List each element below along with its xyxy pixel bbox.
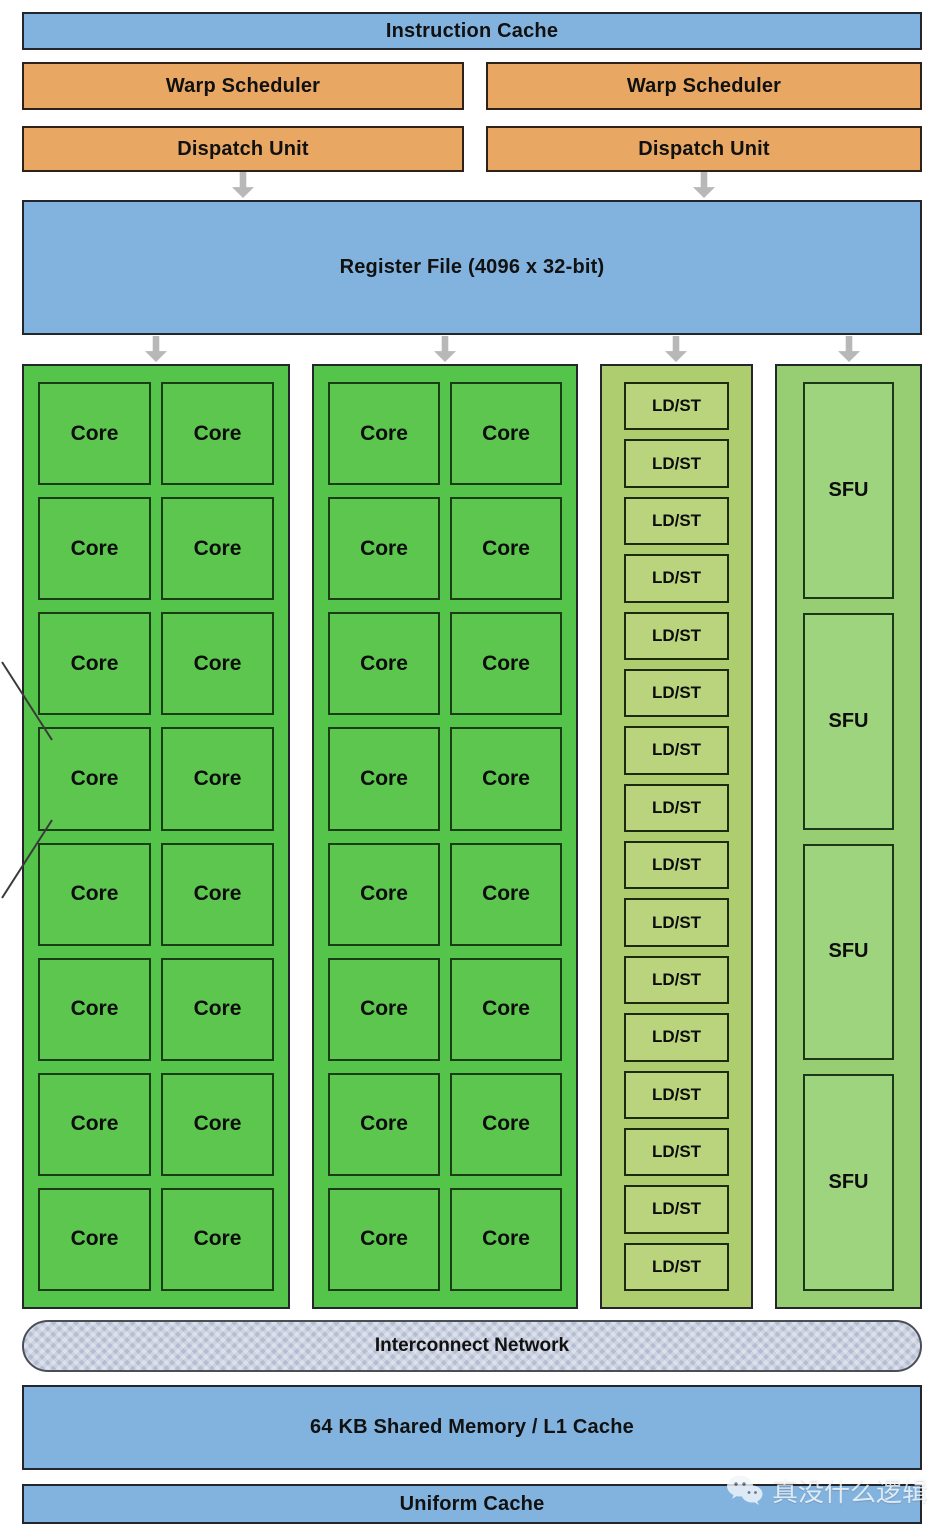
ldst-unit: LD/ST: [624, 382, 729, 431]
sfu-unit: SFU: [803, 1074, 894, 1291]
core-unit: Core: [38, 957, 151, 1061]
core-unit: Core: [328, 612, 440, 716]
core-grid-left: Core Core Core Core Core Core Core Core Core Core…: [38, 382, 274, 1291]
core-unit: Core: [161, 1072, 274, 1176]
dispatch-unit-label-1: Dispatch Unit: [638, 137, 770, 160]
register-file-label: Register File (4096 x 32-bit): [339, 256, 605, 278]
special-function-list: SFU SFU SFU SFU: [803, 382, 894, 1291]
warp-scheduler-block-0: Warp Scheduler: [22, 62, 464, 110]
core-unit: Core: [161, 842, 274, 946]
register-file-block: Register File (4096 x 32-bit): [22, 200, 922, 335]
ldst-unit: LD/ST: [624, 1070, 729, 1119]
ldst-unit: LD/ST: [624, 841, 729, 890]
core-unit: Core: [328, 1187, 440, 1291]
special-function-block: SFU SFU SFU SFU: [775, 364, 922, 1309]
instruction-cache-label: Instruction Cache: [385, 19, 559, 42]
core-unit: Core: [161, 727, 274, 831]
dispatch-unit-label-0: Dispatch Unit: [177, 137, 309, 160]
instruction-cache-block: Instruction Cache: [22, 12, 922, 50]
arrow-down-icon-core-0: [145, 336, 167, 362]
core-block-left: Core Core Core Core Core Core Core Core Core Core…: [22, 364, 290, 1309]
ldst-unit: LD/ST: [624, 439, 729, 488]
core-unit: Core: [38, 497, 151, 601]
core-unit: Core: [38, 1072, 151, 1176]
arrow-down-icon-sfu: [838, 336, 860, 362]
ldst-unit: LD/ST: [624, 726, 729, 775]
arrow-down-icon-core-1: [434, 336, 456, 362]
dispatch-unit-block-0: Dispatch Unit: [22, 126, 464, 172]
warp-scheduler-block-1: Warp Scheduler: [486, 62, 922, 110]
core-grid-right: Core Core Core Core Core Core Core Core Core Core…: [328, 382, 562, 1291]
core-unit: Core: [161, 382, 274, 486]
ldst-unit: LD/ST: [624, 955, 729, 1005]
ldst-unit: LD/ST: [624, 1127, 729, 1177]
core-unit: Core: [328, 1072, 440, 1176]
core-unit: Core: [328, 382, 440, 486]
core-unit: Core: [450, 727, 562, 831]
core-unit: Core: [38, 612, 151, 716]
interconnect-network-block: Interconnect Network: [22, 1320, 922, 1372]
load-store-block: LD/ST LD/ST LD/ST LD/ST LD/ST LD/ST LD/ST LD/ST…: [600, 364, 753, 1309]
core-unit: Core: [38, 727, 151, 831]
core-unit: Core: [161, 957, 274, 1061]
core-unit: Core: [450, 382, 562, 486]
core-unit: Core: [450, 612, 562, 716]
core-unit: Core: [450, 842, 562, 946]
ldst-unit: LD/ST: [624, 611, 729, 660]
arrow-down-icon-dispatch-0: [232, 172, 254, 198]
core-block-right: Core Core Core Core Core Core Core Core Core Core…: [312, 364, 578, 1309]
ldst-unit: LD/ST: [624, 554, 729, 603]
core-unit: Core: [450, 1187, 562, 1291]
ldst-unit: LD/ST: [624, 783, 729, 832]
ldst-unit: LD/ST: [624, 668, 729, 718]
ldst-unit: LD/ST: [624, 1242, 729, 1291]
core-unit: Core: [450, 497, 562, 601]
uniform-cache-block: Uniform Cache: [22, 1484, 922, 1524]
ldst-unit: LD/ST: [624, 898, 729, 947]
sfu-unit: SFU: [803, 612, 894, 830]
arrow-down-icon-dispatch-1: [693, 172, 715, 198]
interconnect-network-label: Interconnect Network: [374, 1335, 570, 1356]
core-unit: Core: [450, 957, 562, 1061]
ldst-unit: LD/ST: [624, 496, 729, 546]
arrow-down-icon-ldst: [665, 336, 687, 362]
core-unit: Core: [161, 497, 274, 601]
warp-scheduler-label-0: Warp Scheduler: [165, 74, 321, 97]
shared-memory-l1-cache-block: 64 KB Shared Memory / L1 Cache: [22, 1385, 922, 1470]
ldst-unit: LD/ST: [624, 1185, 729, 1234]
core-unit: Core: [161, 1187, 274, 1291]
core-unit: Core: [450, 1072, 562, 1176]
core-unit: Core: [328, 727, 440, 831]
dispatch-unit-block-1: Dispatch Unit: [486, 126, 922, 172]
core-unit: Core: [328, 497, 440, 601]
ldst-unit: LD/ST: [624, 1013, 729, 1062]
core-unit: Core: [161, 612, 274, 716]
sm-block-diagram: Instruction Cache Warp Scheduler Warp Sc…: [0, 0, 944, 1530]
sfu-unit: SFU: [803, 382, 894, 599]
core-unit: Core: [38, 842, 151, 946]
uniform-cache-label: Uniform Cache: [399, 1492, 545, 1515]
core-unit: Core: [328, 957, 440, 1061]
core-unit: Core: [38, 382, 151, 486]
core-unit: Core: [38, 1187, 151, 1291]
warp-scheduler-label-1: Warp Scheduler: [626, 74, 782, 97]
load-store-list: LD/ST LD/ST LD/ST LD/ST LD/ST LD/ST LD/ST LD/ST…: [624, 382, 729, 1291]
shared-memory-l1-cache-label: 64 KB Shared Memory / L1 Cache: [310, 1416, 634, 1438]
core-unit: Core: [328, 842, 440, 946]
sfu-unit: SFU: [803, 843, 894, 1061]
